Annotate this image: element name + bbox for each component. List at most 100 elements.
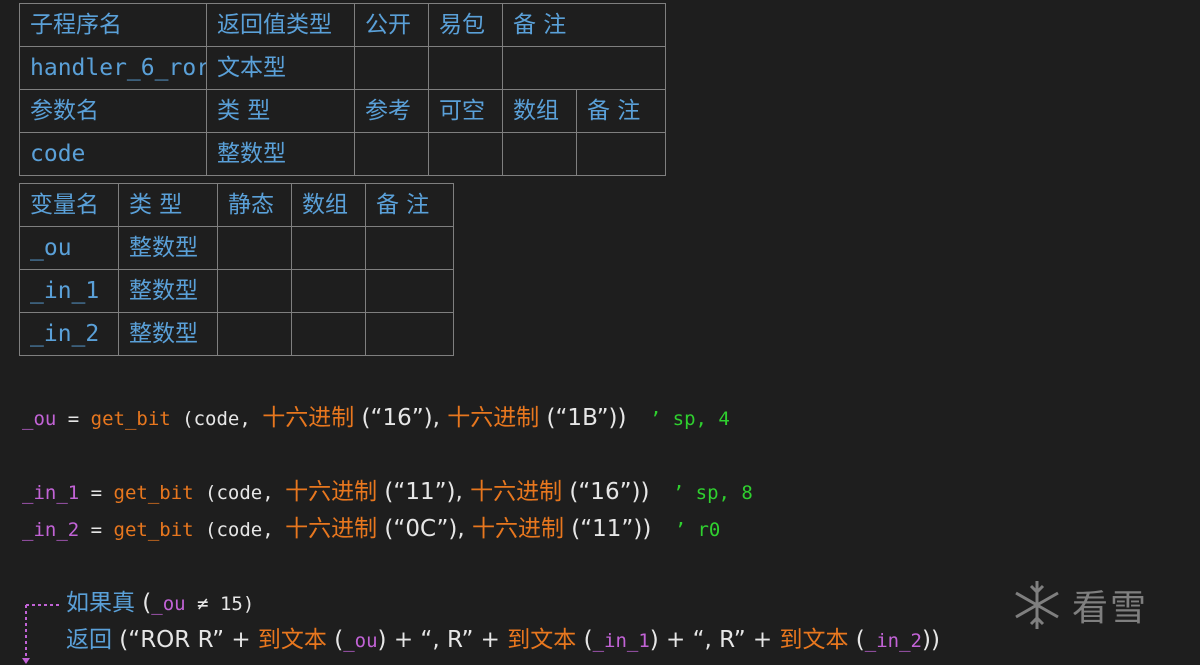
watermark-text: 看雪 xyxy=(1072,588,1149,629)
code-line-in2[interactable]: _in_2 = get_bit (code, 十六进制 (“0C”), 十六进制… xyxy=(22,512,720,546)
function-name: 十六进制 xyxy=(447,405,540,431)
function-name: 到文本 xyxy=(507,627,577,653)
return-type-cell[interactable]: 文本型 xyxy=(206,46,355,90)
function-name: get_bit xyxy=(90,408,171,430)
param-remark-cell[interactable] xyxy=(576,132,666,176)
argument: )) xyxy=(922,627,940,653)
code-comment: ’ sp, 4 xyxy=(649,408,730,430)
header-param-remark: 备 注 xyxy=(576,89,666,133)
header-var-type: 类 型 xyxy=(118,183,218,227)
param-array-cell[interactable] xyxy=(502,132,577,176)
string-literal: “, R” + xyxy=(692,627,780,653)
argument: ( xyxy=(576,627,593,653)
argument: (code, xyxy=(193,519,286,541)
header-var-static: 静态 xyxy=(217,183,292,227)
param-type-cell[interactable]: 整数型 xyxy=(206,132,355,176)
var-ref: _in_2 xyxy=(22,519,80,541)
var-remark-cell[interactable] xyxy=(365,226,454,270)
header-public: 公开 xyxy=(354,3,429,47)
code-line-if[interactable]: 如果真 (_ou ≠ 15) xyxy=(66,586,254,620)
remark-cell[interactable] xyxy=(502,46,666,90)
keyword-if: 如果真 xyxy=(66,590,135,616)
header-param-name: 参数名 xyxy=(19,89,207,133)
var-type-cell[interactable]: 整数型 xyxy=(118,269,218,313)
subroutine-table: 子程序名 返回值类型 公开 易包 备 注 handler_6_ror 文本型 参… xyxy=(19,3,666,176)
header-param-nullable: 可空 xyxy=(428,89,503,133)
watermark: 看雪 xyxy=(1010,574,1190,636)
argument: (“16”)) xyxy=(562,479,657,505)
argument: (“11”)) xyxy=(563,516,659,542)
header-var-remark: 备 注 xyxy=(365,183,454,227)
argument: (“1B”)) xyxy=(539,405,634,431)
table-row[interactable]: _in_1 整数型 xyxy=(19,269,454,313)
function-name: 十六进制 xyxy=(471,516,564,542)
function-name: 到文本 xyxy=(257,627,327,653)
function-name: 十六进制 xyxy=(285,479,378,505)
code-comment: ’ sp, 8 xyxy=(672,482,753,504)
header-param-array: 数组 xyxy=(502,89,577,133)
public-cell[interactable] xyxy=(354,46,429,90)
function-name: 到文本 xyxy=(779,627,849,653)
var-ref: _ou xyxy=(22,408,57,430)
argument: (code, xyxy=(193,482,286,504)
argument: ( xyxy=(848,627,865,653)
keyword-return: 返回 xyxy=(66,627,112,653)
var-name-cell[interactable]: _ou xyxy=(19,226,119,270)
var-name-cell[interactable]: _in_1 xyxy=(19,269,119,313)
code-line-in1[interactable]: _in_1 = get_bit (code, 十六进制 (“11”), 十六进制… xyxy=(22,475,753,509)
easy-package-cell[interactable] xyxy=(428,46,503,90)
var-ref: _in_2 xyxy=(864,630,922,652)
table-row[interactable]: code 整数型 xyxy=(19,132,666,176)
function-name: 十六进制 xyxy=(262,405,355,431)
table-row[interactable]: _in_2 整数型 xyxy=(19,312,454,356)
code-line-return[interactable]: 返回 (“ROR R” + 到文本 (_ou) + “, R” + 到文本 (_… xyxy=(66,623,940,657)
subroutine-name-cell[interactable]: handler_6_ror xyxy=(19,46,207,90)
var-ref: _in_1 xyxy=(22,482,80,504)
var-static-cell[interactable] xyxy=(217,312,292,356)
var-array-cell[interactable] xyxy=(291,312,366,356)
var-ref: _ou xyxy=(343,630,378,652)
argument: (code, xyxy=(170,408,263,430)
var-remark-cell[interactable] xyxy=(365,269,454,313)
argument: (“11”), xyxy=(377,479,471,505)
var-ref: _in_1 xyxy=(592,630,650,652)
table-row[interactable]: _ou 整数型 xyxy=(19,226,454,270)
header-subroutine-name: 子程序名 xyxy=(19,3,207,47)
operator: = xyxy=(79,482,114,504)
header-param-type: 类 型 xyxy=(206,89,355,133)
param-name-cell[interactable]: code xyxy=(19,132,207,176)
var-remark-cell[interactable] xyxy=(365,312,454,356)
header-remark: 备 注 xyxy=(502,3,666,47)
flow-branch-arrow-icon xyxy=(22,604,60,664)
function-name: get_bit xyxy=(113,519,194,541)
argument: ( xyxy=(326,627,344,653)
function-name: 十六进制 xyxy=(285,516,378,542)
variable-table: 变量名 类 型 静态 数组 备 注 _ou 整数型 _in_1 整数型 _in_… xyxy=(19,183,454,356)
header-param-reference: 参考 xyxy=(354,89,429,133)
header-var-array: 数组 xyxy=(291,183,366,227)
var-array-cell[interactable] xyxy=(291,269,366,313)
argument: ) + xyxy=(377,627,421,653)
argument: (“16”), xyxy=(354,405,448,431)
code-line-ou[interactable]: _ou = get_bit (code, 十六进制 (“16”), 十六进制 (… xyxy=(22,401,730,435)
argument: ( xyxy=(135,590,152,616)
var-ref: _ou xyxy=(151,593,186,615)
var-static-cell[interactable] xyxy=(217,226,292,270)
param-reference-cell[interactable] xyxy=(354,132,429,176)
var-name-cell[interactable]: _in_2 xyxy=(19,312,119,356)
snowflake-icon xyxy=(1015,581,1059,629)
param-nullable-cell[interactable] xyxy=(428,132,503,176)
var-static-cell[interactable] xyxy=(217,269,292,313)
var-array-cell[interactable] xyxy=(291,226,366,270)
argument: (“0C”), xyxy=(377,516,472,542)
string-literal: (“ROR R” + xyxy=(112,627,258,653)
string-literal: “, R” + xyxy=(420,627,508,653)
var-type-cell[interactable]: 整数型 xyxy=(118,226,218,270)
function-name: 十六进制 xyxy=(470,479,563,505)
header-easy-package: 易包 xyxy=(428,3,503,47)
condition: ≠ 15) xyxy=(185,593,255,615)
header-var-name: 变量名 xyxy=(19,183,119,227)
function-name: get_bit xyxy=(113,482,194,504)
var-type-cell[interactable]: 整数型 xyxy=(118,312,218,356)
header-return-type: 返回值类型 xyxy=(206,3,355,47)
